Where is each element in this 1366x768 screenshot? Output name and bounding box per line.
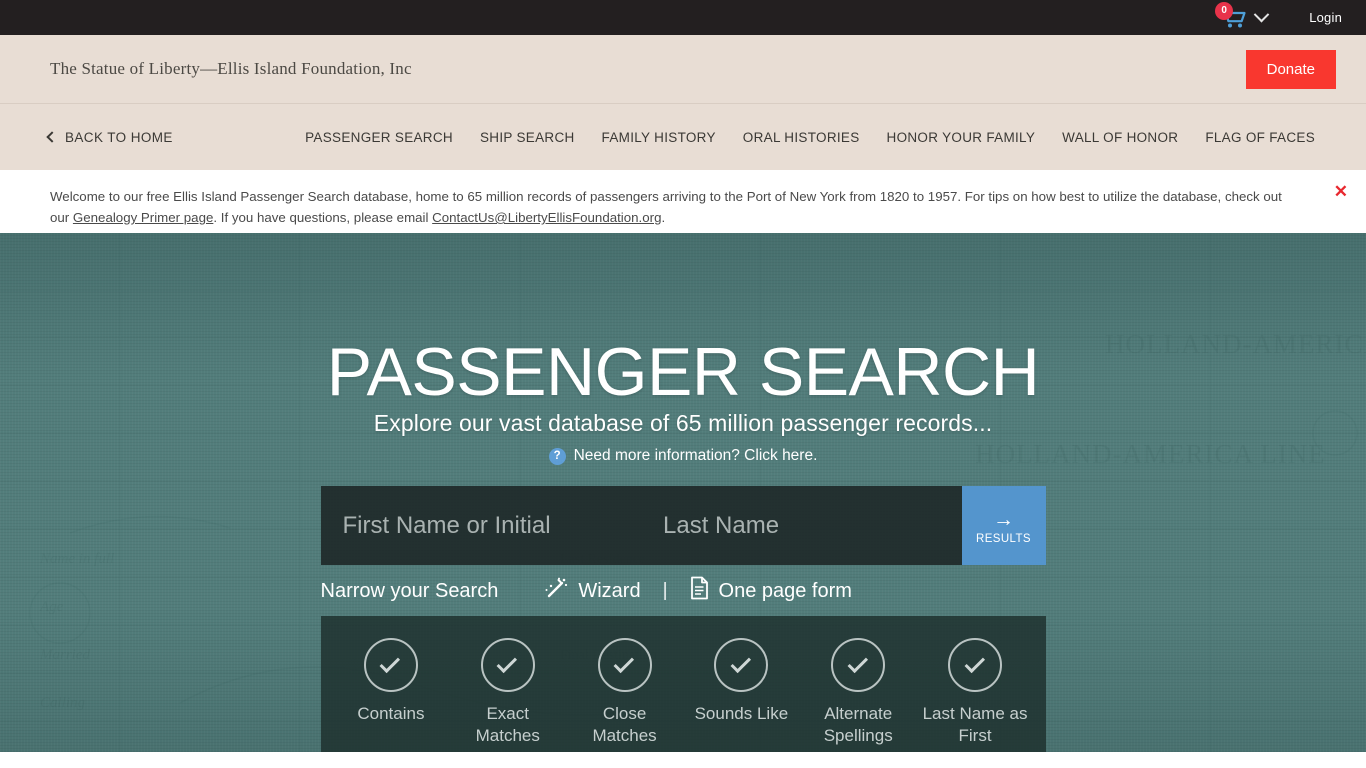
filter-label: Contains [357, 704, 425, 723]
first-name-input[interactable] [320, 486, 641, 565]
back-to-home-link[interactable]: BACK TO HOME [46, 129, 173, 145]
hero-section: HOLLAND-AMERICA LINE HOLLAND-AMERICA LIN… [0, 233, 1366, 752]
wizard-label: Wizard [578, 579, 641, 602]
notice-part-3: . [661, 210, 666, 225]
shopping-cart-icon[interactable]: 0 [1215, 1, 1249, 29]
cart-menu[interactable]: 0 [1215, 1, 1270, 29]
chevron-down-icon[interactable] [1253, 6, 1270, 23]
back-to-home-label: BACK TO HOME [65, 129, 173, 145]
page-title: PASSENGER SEARCH [326, 334, 1040, 410]
nav-item-ship-search[interactable]: SHIP SEARCH [480, 130, 575, 145]
chevron-left-icon [46, 131, 58, 143]
login-link[interactable]: Login [1309, 10, 1342, 25]
nav-item-wall-of-honor[interactable]: WALL OF HONOR [1062, 130, 1178, 145]
genealogy-primer-link[interactable]: Genealogy Primer page [73, 210, 213, 225]
cart-count-badge: 0 [1215, 1, 1234, 20]
search-fields-group [320, 486, 962, 565]
svg-text:Age: Age [39, 599, 64, 615]
filter-label: Close Matches [592, 704, 657, 745]
svg-text:HOLLAND-AMERICA LINE: HOLLAND-AMERICA LINE [1105, 329, 1366, 359]
svg-text:Calling: Calling [40, 695, 86, 711]
check-circle-icon [948, 638, 1003, 692]
contact-email-link[interactable]: ContactUs@LibertyEllisFoundation.org [432, 210, 661, 225]
filter-option-sounds-like[interactable]: Sounds Like [686, 638, 796, 747]
site-logo-text: The Statue of Liberty—Ellis Island Found… [50, 59, 412, 78]
nav-item-flag-of-faces[interactable]: FLAG OF FACES [1205, 130, 1315, 145]
search-results-button[interactable]: → RESULTS [961, 486, 1046, 565]
narrow-divider: | [662, 580, 668, 601]
utility-bar: 0 Login [0, 0, 1366, 35]
donate-button[interactable]: Donate [1245, 49, 1336, 89]
search-results-label: RESULTS [976, 532, 1031, 545]
filter-option-close-matches[interactable]: Close Matches [570, 638, 680, 747]
narrow-search-row: Narrow your Search Wizard | One page for… [321, 576, 1046, 606]
search-filters-panel: Contains Exact Matches Close Matches Sou… [320, 616, 1046, 752]
nav-item-honor-your-family[interactable]: HONOR YOUR FAMILY [887, 130, 1036, 145]
last-name-input[interactable] [641, 486, 962, 565]
question-mark-icon[interactable]: ? [548, 447, 566, 465]
narrow-your-search-label: Narrow your Search [320, 579, 499, 602]
passenger-search-form: → RESULTS [320, 486, 1046, 565]
nav-links: PASSENGER SEARCH SHIP SEARCH FAMILY HIST… [305, 130, 1366, 145]
magic-wand-icon [544, 577, 568, 605]
hero-subtitle: Explore our vast database of 65 million … [373, 410, 993, 436]
filter-option-contains[interactable]: Contains [336, 638, 446, 747]
check-circle-icon [831, 638, 886, 692]
filter-label: Alternate Spellings [823, 704, 893, 745]
svg-text:Name in full: Name in full [39, 551, 114, 567]
filter-option-last-name-as-first[interactable]: Last Name as First [920, 638, 1030, 747]
filter-option-alternate-spellings[interactable]: Alternate Spellings [803, 638, 913, 747]
filter-label: Last Name as First [922, 704, 1028, 745]
nav-item-family-history[interactable]: FAMILY HISTORY [602, 130, 716, 145]
close-icon[interactable]: ✕ [1334, 183, 1348, 200]
arrow-right-icon: → [993, 507, 1014, 531]
filter-label: Exact Matches [475, 704, 540, 745]
brand-bar: The Statue of Liberty—Ellis Island Found… [0, 35, 1366, 104]
nav-item-oral-histories[interactable]: ORAL HISTORIES [743, 130, 860, 145]
filter-option-exact-matches[interactable]: Exact Matches [453, 638, 563, 747]
filter-label: Sounds Like [694, 704, 789, 723]
one-page-form-label: One page form [718, 579, 852, 602]
svg-text:Married: Married [39, 647, 90, 663]
check-circle-icon [597, 638, 652, 692]
welcome-notice-text: Welcome to our free Ellis Island Passeng… [50, 186, 1290, 228]
notice-part-2: . If you have questions, please email [213, 210, 433, 225]
document-icon [690, 576, 709, 606]
main-navigation: BACK TO HOME PASSENGER SEARCH SHIP SEARC… [0, 104, 1366, 170]
welcome-notice-bar: Welcome to our free Ellis Island Passeng… [0, 170, 1366, 233]
hero-content: PASSENGER SEARCH Explore our vast databa… [320, 233, 1046, 752]
more-information-link[interactable]: Need more information? Click here. [574, 447, 818, 465]
check-circle-icon [480, 638, 535, 692]
more-information-row: ? Need more information? Click here. [321, 447, 1046, 465]
nav-item-passenger-search[interactable]: PASSENGER SEARCH [305, 130, 453, 145]
check-circle-icon [363, 638, 418, 692]
one-page-form-link[interactable]: One page form [690, 576, 852, 606]
wizard-link[interactable]: Wizard [544, 577, 641, 605]
check-circle-icon [714, 638, 769, 692]
